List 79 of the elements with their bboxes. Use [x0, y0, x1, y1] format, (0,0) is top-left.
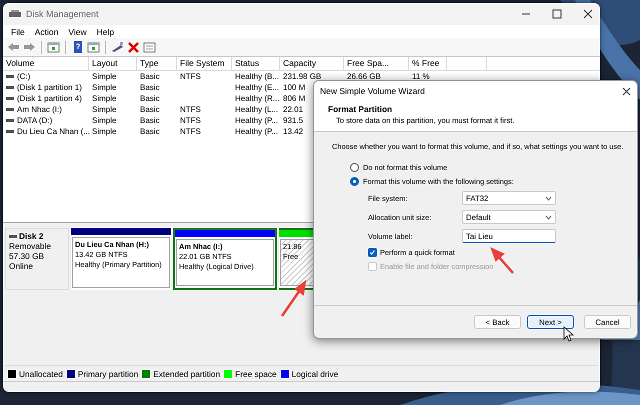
column-header[interactable]: % Free [409, 57, 447, 70]
column-header[interactable]: Free Spa... [344, 57, 409, 70]
maximize-icon[interactable] [551, 9, 563, 19]
wizard-heading: Format Partition [328, 104, 394, 114]
table-cell: Basic [140, 104, 160, 115]
forward-icon[interactable] [23, 41, 36, 53]
table-cell: Simple [92, 115, 116, 126]
table-cell: Healthy (P... [235, 115, 278, 126]
menu-item[interactable]: View [63, 26, 92, 36]
table-cell: NTFS [180, 115, 201, 126]
table-cell: Basic [140, 126, 160, 137]
disk-status: Online [9, 261, 34, 271]
drive-icon [9, 234, 17, 238]
close-icon[interactable] [582, 9, 594, 19]
menu-item[interactable]: File [6, 26, 30, 36]
column-header[interactable]: Layout [89, 57, 137, 70]
legend-label: Unallocated [19, 368, 63, 378]
table-cell: Healthy (P... [235, 126, 278, 137]
column-header[interactable]: Type [137, 57, 177, 70]
table-cell: Basic [140, 71, 160, 82]
table-cell: Basic [140, 93, 160, 104]
chevron-icon [545, 214, 552, 220]
table-cell: Simple [92, 104, 116, 115]
legend-label: Extended partition [153, 368, 220, 378]
table-cell: 13.42 [283, 126, 304, 137]
properties-icon[interactable] [143, 41, 156, 53]
close-icon[interactable] [622, 86, 631, 96]
table-cell: Healthy (R... [235, 93, 280, 104]
table-cell: Am Nhac (I:) [17, 104, 62, 115]
column-header[interactable]: File System [177, 57, 232, 70]
table-cell: DATA (D:) [17, 115, 52, 126]
table-cell: 806 M [283, 93, 306, 104]
disk-size: 57.30 GB [9, 251, 46, 261]
cursor-icon [564, 326, 574, 342]
table-cell: NTFS [180, 126, 201, 137]
legend-label: Primary partition [78, 368, 138, 378]
radio-button[interactable] [350, 163, 359, 172]
window-icon[interactable] [47, 41, 60, 53]
table-cell: Simple [92, 126, 116, 137]
table-cell: (Disk 1 partition 4) [17, 93, 82, 104]
table-cell: (Disk 1 partition 1) [17, 82, 82, 93]
table-cell: Simple [92, 71, 116, 82]
table-cell: Healthy (B... [235, 71, 280, 82]
table-cell: 231.98 GB [283, 71, 322, 82]
table-cell: 26.66 GB [347, 71, 381, 82]
table-cell: 100 M [283, 82, 306, 93]
table-cell: 11 % [412, 71, 430, 82]
chevron-icon [545, 196, 552, 200]
window-icon[interactable] [87, 41, 100, 53]
table-cell: NTFS [180, 104, 201, 115]
pen-icon[interactable] [111, 41, 124, 53]
dialog-title: New Simple Volume Wizard [320, 86, 426, 96]
disk-name: Disk 2 [19, 231, 44, 241]
menu-item[interactable]: Action [30, 26, 64, 36]
disk-type: Removable [9, 241, 52, 251]
table-cell: Basic [140, 82, 160, 93]
delete-icon[interactable] [127, 41, 140, 53]
window-title: Disk Management [26, 9, 100, 19]
column-header[interactable]: Capacity [280, 57, 344, 70]
radio-button[interactable] [350, 177, 359, 186]
table-cell: Simple [92, 93, 116, 104]
table-cell: Healthy (E... [235, 82, 280, 93]
table-cell: Basic [140, 115, 160, 126]
back-icon[interactable] [7, 41, 20, 53]
column-header[interactable]: Volume [3, 57, 89, 70]
menu-item[interactable]: Help [92, 26, 120, 36]
column-header[interactable]: Status [232, 57, 280, 70]
table-cell: 931.5 [283, 115, 304, 126]
help-icon[interactable] [71, 41, 84, 53]
table-cell: Healthy (L... [235, 104, 278, 115]
legend-label: Free space [235, 368, 277, 378]
table-cell: (C:) [17, 71, 30, 82]
checkbox[interactable] [368, 248, 377, 257]
table-cell: Simple [92, 82, 116, 93]
table-cell: 22.01 [283, 104, 304, 115]
legend-label: Logical drive [292, 368, 338, 378]
table-cell: NTFS [180, 71, 201, 82]
annotation-arrow [280, 280, 306, 317]
table-cell: Du Lieu Ca Nhan (... [17, 126, 90, 137]
